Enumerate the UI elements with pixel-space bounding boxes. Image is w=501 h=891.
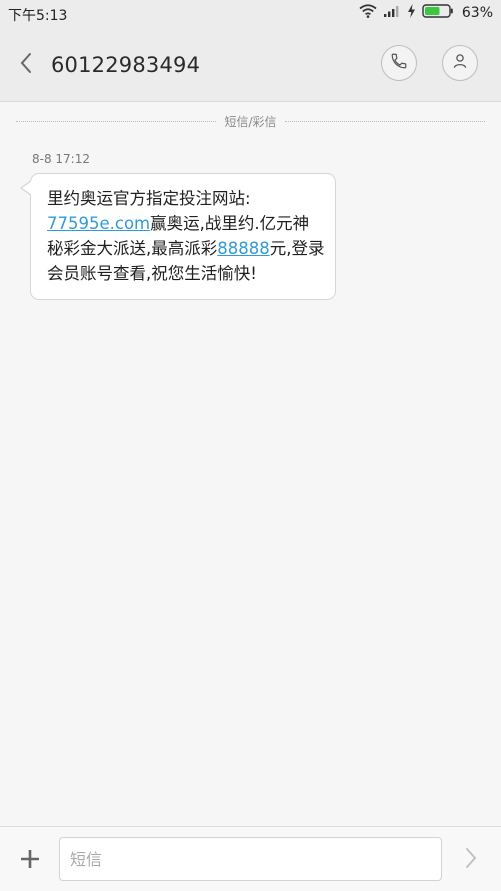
divider-line-right xyxy=(284,120,486,122)
message-link-number[interactable]: 88888 xyxy=(217,239,270,258)
call-button[interactable] xyxy=(381,45,417,81)
charging-icon xyxy=(407,4,416,22)
message-type-divider: 短信/彩信 xyxy=(16,112,486,130)
message-text: 里约奥运官方指定投注网站: xyxy=(47,189,251,208)
message-timestamp: 8-8 17:12 xyxy=(32,152,90,166)
signal-icon xyxy=(383,4,401,22)
add-attachment-button[interactable] xyxy=(18,847,42,871)
message-type-label: 短信/彩信 xyxy=(224,114,277,129)
send-button[interactable] xyxy=(461,847,481,873)
phone-icon xyxy=(390,52,408,74)
message-bubble[interactable]: 里约奥运官方指定投注网站: 77595e.com赢奥运,战里约.亿元神秘彩金大派… xyxy=(30,173,336,300)
status-indicators: 63% xyxy=(359,4,493,22)
battery-icon xyxy=(422,4,454,22)
contact-number-title: 60122983494 xyxy=(51,53,201,77)
back-button[interactable] xyxy=(14,52,38,78)
bubble-tail-inner xyxy=(22,181,32,195)
chevron-left-icon xyxy=(19,52,33,78)
message-composer xyxy=(0,826,501,891)
status-bar: 下午5:13 63% xyxy=(0,0,501,26)
sms-input[interactable] xyxy=(59,837,442,881)
status-time: 下午5:13 xyxy=(8,8,68,24)
battery-percent: 63% xyxy=(461,5,493,21)
wifi-icon xyxy=(359,4,377,22)
person-icon xyxy=(451,52,469,74)
chevron-right-icon xyxy=(464,847,478,873)
divider-line-left xyxy=(16,120,217,122)
conversation-header: 60122983494 xyxy=(0,26,501,102)
message-link-url[interactable]: 77595e.com xyxy=(47,214,150,233)
plus-icon xyxy=(18,850,42,875)
contact-button[interactable] xyxy=(442,45,478,81)
sms-conversation-screen: 下午5:13 63% 60122983494 短信/彩信 8-8 17:12 里… xyxy=(0,0,501,891)
